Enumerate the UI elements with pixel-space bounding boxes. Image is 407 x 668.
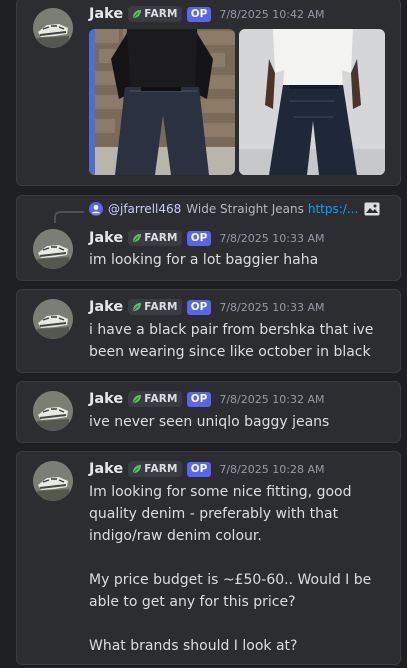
author-name[interactable]: Jake	[89, 299, 123, 315]
reply-connector	[54, 211, 84, 223]
avatar[interactable]	[33, 229, 73, 269]
message-text: ive never seen uniqlo baggy jeans	[89, 414, 330, 430]
attachment-image[interactable]	[89, 29, 235, 175]
message-card: @jfarrell468 Wide Straight Jeans https:/…	[16, 195, 401, 281]
server-tag-label: FARM	[144, 232, 178, 244]
message-header: Jake FARM OP 7/8/2025 10:33 AM	[89, 299, 324, 315]
message-card: Jake FARM OP 7/8/2025 10:33 AM i have a …	[16, 289, 401, 373]
op-badge: OP	[186, 391, 212, 407]
op-badge: OP	[186, 230, 212, 246]
leaf-icon	[131, 394, 142, 405]
reply-link[interactable]: https:/...	[308, 202, 358, 216]
message-text: Im looking for some nice fitting, good q…	[89, 484, 372, 654]
op-badge: OP	[186, 461, 212, 477]
message-header: Jake FARM OP 7/8/2025 10:42 AM	[89, 6, 324, 22]
server-tag[interactable]: FARM	[128, 391, 182, 407]
author-name[interactable]: Jake	[89, 391, 123, 407]
author-name[interactable]: Jake	[89, 230, 123, 246]
leaf-icon	[131, 302, 142, 313]
message-text: i have a black pair from bershka that iv…	[89, 322, 374, 360]
server-tag-label: FARM	[144, 393, 178, 405]
image-icon	[364, 202, 380, 216]
message-header: Jake FARM OP 7/8/2025 10:32 AM	[89, 391, 324, 407]
server-tag-label: FARM	[144, 8, 178, 20]
avatar[interactable]	[33, 391, 73, 431]
server-tag-label: FARM	[144, 301, 178, 313]
server-tag[interactable]: FARM	[128, 299, 182, 315]
timestamp[interactable]: 7/8/2025 10:33 AM	[219, 232, 324, 245]
timestamp[interactable]: 7/8/2025 10:28 AM	[219, 463, 324, 476]
op-badge: OP	[186, 6, 212, 22]
message-header: Jake FARM OP 7/8/2025 10:33 AM	[89, 230, 324, 246]
timestamp[interactable]: 7/8/2025 10:32 AM	[219, 393, 324, 406]
timestamp[interactable]: 7/8/2025 10:42 AM	[219, 8, 324, 21]
author-name[interactable]: Jake	[89, 6, 123, 22]
server-tag[interactable]: FARM	[128, 6, 182, 22]
avatar[interactable]	[33, 8, 73, 48]
reply-mention[interactable]: @jfarrell468	[108, 202, 181, 216]
reply-text: Wide Straight Jeans	[186, 202, 304, 216]
timestamp[interactable]: 7/8/2025 10:33 AM	[219, 301, 324, 314]
server-tag-label: FARM	[144, 463, 178, 475]
avatar[interactable]	[33, 461, 73, 501]
leaf-icon	[131, 9, 142, 20]
user-avatar-icon	[89, 202, 103, 216]
avatar[interactable]	[33, 299, 73, 339]
attachment-image[interactable]	[239, 29, 385, 175]
message-card: Jake FARM OP 7/8/2025 10:42 AM	[16, 0, 401, 186]
leaf-icon	[131, 464, 142, 475]
message-header: Jake FARM OP 7/8/2025 10:28 AM	[89, 461, 324, 477]
message-card: Jake FARM OP 7/8/2025 10:28 AM Im lookin…	[16, 451, 401, 665]
op-badge: OP	[186, 299, 212, 315]
server-tag[interactable]: FARM	[128, 461, 182, 477]
message-text: im looking for a lot baggier haha	[89, 252, 319, 268]
server-tag[interactable]: FARM	[128, 230, 182, 246]
reply-preview[interactable]: @jfarrell468 Wide Straight Jeans https:/…	[89, 202, 380, 216]
author-name[interactable]: Jake	[89, 461, 123, 477]
message-card: Jake FARM OP 7/8/2025 10:32 AM ive never…	[16, 381, 401, 443]
leaf-icon	[131, 233, 142, 244]
